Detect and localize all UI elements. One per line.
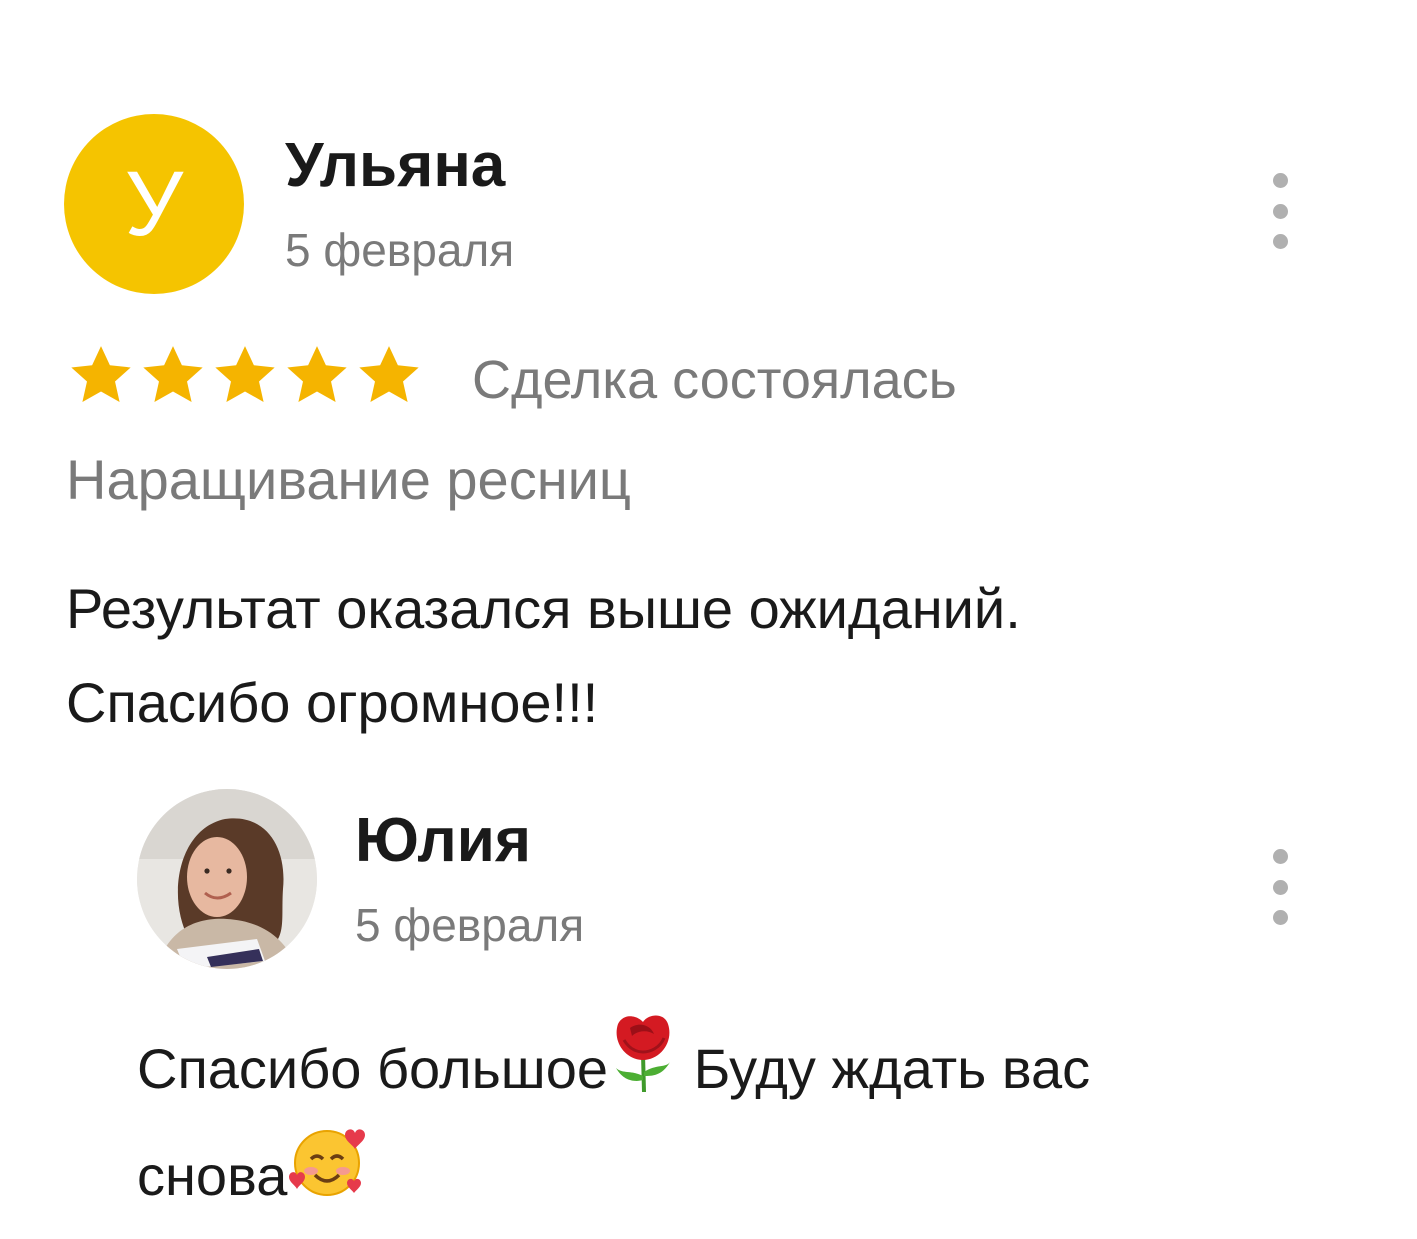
reply-text-part: снова xyxy=(137,1144,288,1207)
review-more-menu-icon[interactable] xyxy=(1265,173,1295,249)
review-date: 5 февраля xyxy=(285,224,515,276)
reply-more-menu-icon[interactable] xyxy=(1265,849,1295,925)
star-icon xyxy=(68,344,134,406)
rating-stars xyxy=(68,344,422,406)
reply-date: 5 февраля xyxy=(355,899,585,951)
star-icon xyxy=(140,344,206,406)
star-icon xyxy=(284,344,350,406)
review-text: Результат оказался выше ожиданий. Спасиб… xyxy=(66,562,1356,750)
review-text-line: Результат оказался выше ожиданий. xyxy=(66,577,1021,640)
rose-emoji-icon xyxy=(608,1010,678,1123)
review-text-line: Спасибо огромное!!! xyxy=(66,671,599,734)
reply-author-name[interactable]: Юлия xyxy=(355,805,531,877)
star-icon xyxy=(356,344,422,406)
reply-text: Спасибо большое Буду ждать вас снова xyxy=(137,1010,1377,1230)
reply-text-line: Спасибо большое Буду ждать вас xyxy=(137,1010,1377,1123)
deal-status: Сделка состоялась xyxy=(472,350,957,410)
reply-author-photo[interactable] xyxy=(137,789,317,969)
reply-text-part: Спасибо большое xyxy=(137,1037,609,1100)
reply-text-line: снова xyxy=(137,1123,1377,1230)
star-icon xyxy=(212,344,278,406)
author-avatar[interactable]: У xyxy=(64,114,244,294)
author-name[interactable]: Ульяна xyxy=(285,130,505,202)
reply-text-part: Буду ждать вас xyxy=(678,1037,1091,1100)
service-name: Наращивание ресниц xyxy=(66,448,631,511)
smiling-face-with-hearts-emoji-icon xyxy=(287,1123,367,1230)
